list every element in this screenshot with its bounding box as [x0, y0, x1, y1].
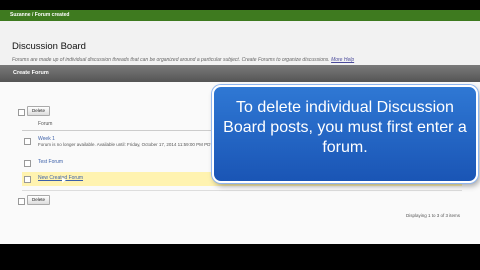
forum-availability: Forum is no longer available. Available …: [38, 142, 214, 147]
more-help-link[interactable]: More Help: [331, 57, 354, 63]
callout-text: To delete individual Discussion Board po…: [223, 99, 467, 156]
mouse-pointer-icon: [62, 177, 66, 183]
status-bar: Suzanne / Forum created: [0, 10, 480, 21]
delete-button-bottom[interactable]: Delete: [27, 195, 51, 205]
forum-link[interactable]: New Created Forum: [38, 175, 83, 181]
column-header-forum: Forum: [38, 121, 53, 127]
letterbox-bottom: [0, 244, 480, 270]
action-bar: Create Forum: [0, 65, 480, 82]
pagination-info: Displaying 1 to 3 of 3 items: [405, 213, 460, 218]
select-all-checkbox-top[interactable]: [18, 109, 25, 116]
instruction-callout: To delete individual Discussion Board po…: [212, 85, 478, 183]
divider: [22, 190, 462, 191]
forum-link[interactable]: Test Forum: [38, 159, 63, 165]
page-description-text: Forums are made up of individual discuss…: [12, 57, 330, 63]
row-checkbox[interactable]: [24, 160, 31, 167]
letterbox-top: [0, 0, 480, 10]
delete-button-top[interactable]: Delete: [27, 106, 51, 116]
page-description: Forums are made up of individual discuss…: [12, 57, 354, 63]
row-checkbox[interactable]: [24, 176, 31, 183]
create-forum-button[interactable]: Create Forum: [13, 70, 49, 76]
breadcrumb: Suzanne / Forum created: [10, 12, 70, 18]
page-title: Discussion Board: [12, 41, 86, 52]
row-checkbox[interactable]: [24, 138, 31, 145]
select-all-checkbox-bottom[interactable]: [18, 198, 25, 205]
